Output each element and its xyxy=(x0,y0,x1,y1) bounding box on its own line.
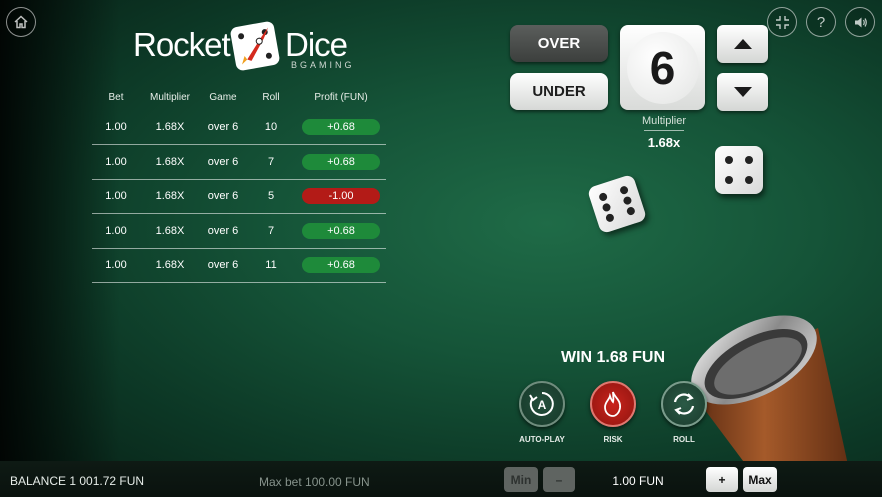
cell-bet: 1.00 xyxy=(92,144,140,180)
profit-badge: +0.68 xyxy=(302,119,380,135)
decrease-bet-button[interactable]: – xyxy=(543,467,575,492)
fullscreen-icon xyxy=(775,15,789,29)
die-pip xyxy=(625,206,636,217)
increase-bet-button[interactable]: + xyxy=(706,467,738,492)
min-bet-button[interactable]: Min xyxy=(504,467,538,492)
table-row: 1.00 1.68X over 6 7 +0.68 xyxy=(92,213,386,249)
autoplay-label: AUTO-PLAY xyxy=(519,435,565,444)
cell-profit: +0.68 xyxy=(296,248,386,283)
die-pip xyxy=(745,176,753,184)
die-pip xyxy=(619,185,630,196)
cell-profit: +0.68 xyxy=(296,110,386,145)
game-logo: Rocket Dice BGAMING xyxy=(133,20,355,74)
profit-badge: +0.68 xyxy=(302,257,380,274)
win-message: WIN 1.68 FUN xyxy=(560,349,665,366)
under-button[interactable]: UNDER xyxy=(510,73,608,110)
autoplay-button[interactable]: A xyxy=(519,381,565,427)
cell-multiplier: 1.68X xyxy=(140,248,200,283)
profit-badge: +0.68 xyxy=(302,153,380,170)
cell-profit: +0.68 xyxy=(296,213,386,249)
profit-badge: -1.00 xyxy=(302,188,380,205)
table-row: 1.00 1.68X over 6 5 -1.00 xyxy=(92,179,386,214)
sound-button[interactable] xyxy=(845,7,875,37)
cell-bet: 1.00 xyxy=(92,179,140,214)
flame-icon xyxy=(604,391,621,417)
home-button[interactable] xyxy=(6,7,36,37)
profit-badge: +0.68 xyxy=(302,222,380,239)
die-1 xyxy=(586,173,648,235)
cell-multiplier: 1.68X xyxy=(140,110,200,145)
die-pip xyxy=(725,156,733,164)
autoplay-icon: A xyxy=(529,392,554,416)
arrow-up-icon xyxy=(733,39,752,49)
roll-label: ROLL xyxy=(673,435,695,444)
cell-multiplier: 1.68X xyxy=(140,179,200,214)
home-icon xyxy=(14,15,28,29)
cell-game: over 6 xyxy=(200,179,246,214)
decrease-target-button[interactable] xyxy=(717,73,768,111)
multiplier-divider xyxy=(644,130,684,131)
cell-roll: 7 xyxy=(246,213,296,249)
rocket-logo-icon xyxy=(229,20,281,72)
sound-icon xyxy=(854,17,867,27)
help-button[interactable]: ? xyxy=(806,7,836,37)
risk-label: RISK xyxy=(603,435,623,444)
die-2 xyxy=(715,146,763,194)
die-pip xyxy=(745,156,753,164)
multiplier-value: 1.68x xyxy=(647,135,681,150)
cell-roll: 11 xyxy=(246,248,296,283)
target-number-display: 6 xyxy=(620,25,705,110)
target-number: 6 xyxy=(626,31,699,104)
table-row: 1.00 1.68X over 6 11 +0.68 xyxy=(92,248,386,283)
balance-display: BALANCE 1 001.72 FUN xyxy=(10,474,145,488)
header-game: Game xyxy=(209,92,237,103)
roll-button[interactable] xyxy=(661,381,707,427)
table-row: 1.00 1.68X over 6 7 +0.68 xyxy=(92,144,386,180)
svg-text:A: A xyxy=(538,398,547,412)
cell-multiplier: 1.68X xyxy=(140,213,200,249)
cell-bet: 1.00 xyxy=(92,248,140,283)
logo-word-rocket: Rocket xyxy=(133,26,231,63)
cell-game: over 6 xyxy=(200,144,246,180)
cell-profit: +0.68 xyxy=(296,144,386,180)
header-multiplier: Multiplier xyxy=(149,92,190,103)
die-pip xyxy=(604,212,615,223)
bet-history-table: Bet Multiplier Game Roll Profit (FUN) 1.… xyxy=(92,85,386,283)
max-bet-info: Max bet 100.00 FUN xyxy=(259,475,370,489)
logo-word-dice: Dice xyxy=(285,26,348,63)
header-bet: Bet xyxy=(108,92,124,103)
cell-game: over 6 xyxy=(200,248,246,283)
fullscreen-button[interactable] xyxy=(767,7,797,37)
die-pip xyxy=(725,176,733,184)
header-roll: Roll xyxy=(262,92,280,103)
logo-subtitle: BGAMING xyxy=(291,60,355,70)
cell-profit: -1.00 xyxy=(296,179,386,214)
max-bet-button[interactable]: Max xyxy=(743,467,777,492)
cell-bet: 1.00 xyxy=(92,110,140,145)
die-pip xyxy=(601,202,612,213)
over-button[interactable]: OVER xyxy=(510,25,608,62)
multiplier-label: Multiplier xyxy=(641,115,686,127)
table-row: 1.00 1.68X over 6 10 +0.68 xyxy=(92,110,386,145)
cell-multiplier: 1.68X xyxy=(140,144,200,180)
cell-game: over 6 xyxy=(200,213,246,249)
die-pip xyxy=(622,195,633,206)
help-icon: ? xyxy=(816,13,826,31)
cell-roll: 7 xyxy=(246,144,296,180)
cell-roll: 5 xyxy=(246,179,296,214)
header-profit: Profit (FUN) xyxy=(314,92,368,103)
cell-bet: 1.00 xyxy=(92,213,140,249)
cell-game: over 6 xyxy=(200,110,246,145)
increase-target-button[interactable] xyxy=(717,25,768,63)
risk-button[interactable] xyxy=(590,381,636,427)
refresh-icon xyxy=(673,393,695,415)
cell-roll: 10 xyxy=(246,110,296,145)
die-pip xyxy=(598,191,609,202)
arrow-down-icon xyxy=(733,87,752,97)
bet-amount: 1.00 FUN xyxy=(612,474,664,488)
table-header-row: Bet Multiplier Game Roll Profit (FUN) xyxy=(92,85,386,110)
